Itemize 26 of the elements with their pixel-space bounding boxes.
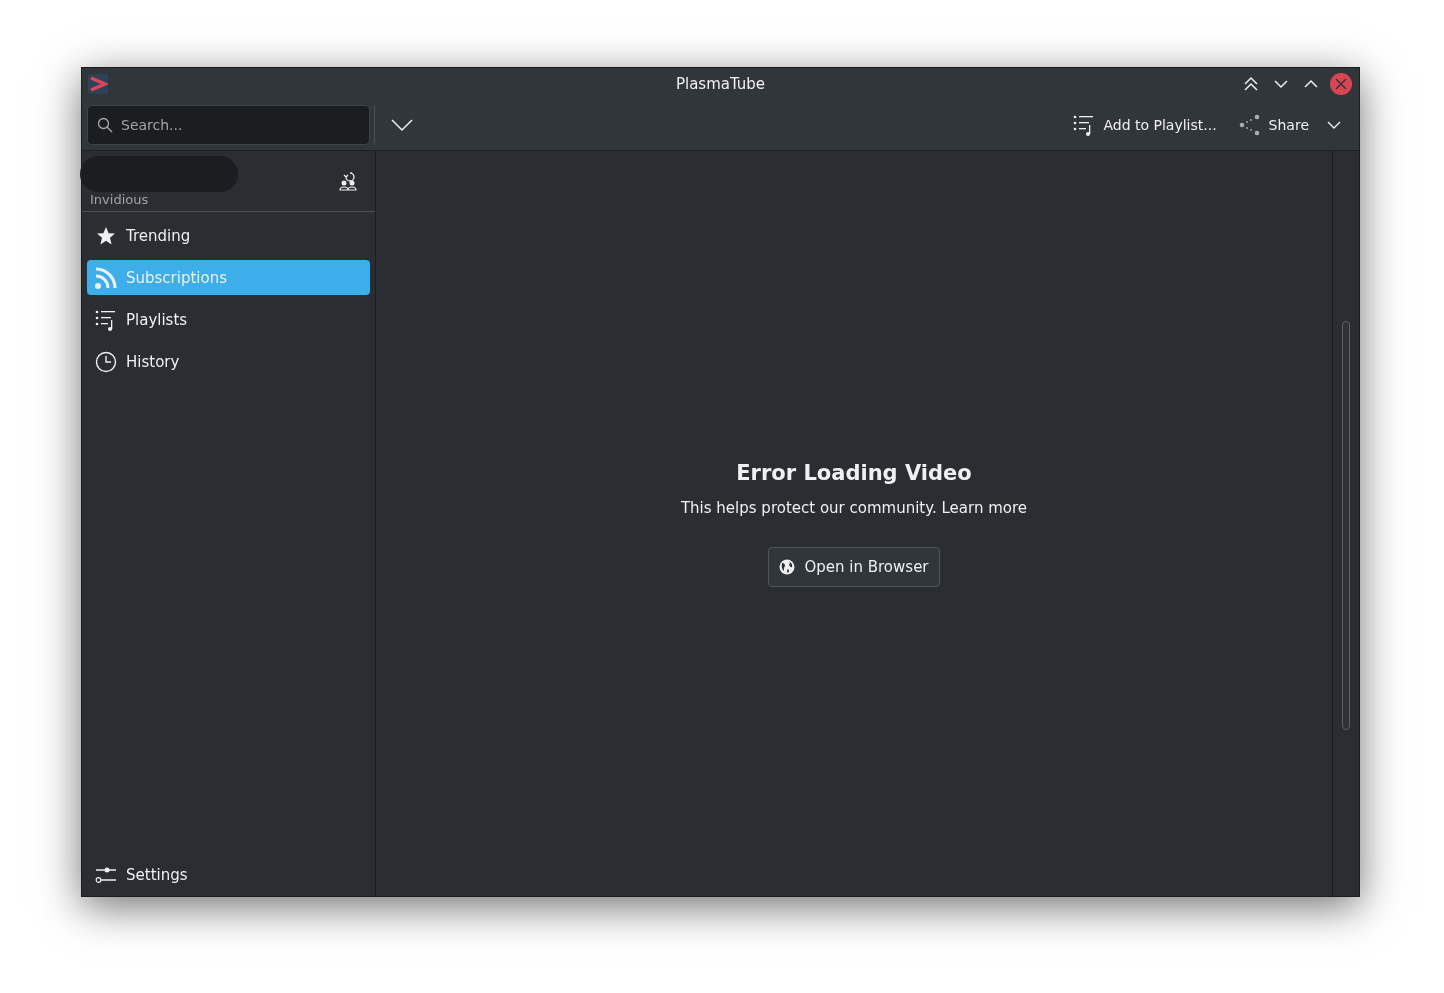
account-label: Invidious <box>90 191 149 207</box>
clock-icon <box>94 350 118 373</box>
list-icon <box>94 308 118 331</box>
share-button[interactable]: Share <box>1230 108 1317 142</box>
sidebar-item[interactable]: Playlists <box>87 302 370 337</box>
sidebar-item[interactable]: History <box>87 344 370 379</box>
share-icon <box>1238 114 1261 136</box>
error-message: This helps protect our community. Learn more <box>680 498 1028 517</box>
sidebar-item[interactable]: Trending <box>87 218 370 253</box>
settings-item[interactable]: Settings <box>87 857 370 892</box>
close-button[interactable] <box>1329 72 1353 96</box>
caret-icon <box>1327 120 1341 130</box>
window-title: PlasmaTube <box>675 75 766 93</box>
open-in-browser-button[interactable]: Open in Browser <box>768 546 940 587</box>
add-to-playlist-button[interactable]: Add to Playlist... <box>1065 108 1225 142</box>
double-chevron-up-icon <box>1243 76 1259 92</box>
app-logo-icon <box>88 74 108 94</box>
error-title: Error Loading Video <box>736 460 972 485</box>
globe-icon <box>779 558 796 575</box>
list-icon <box>1073 114 1096 136</box>
switch-account-button[interactable] <box>339 171 357 191</box>
sliders-icon <box>94 865 118 884</box>
search-field[interactable]: Search... <box>87 105 370 145</box>
rss-icon <box>94 265 118 290</box>
scrollbar-thumb[interactable] <box>1342 321 1350 730</box>
dropdown-button[interactable] <box>391 118 413 132</box>
